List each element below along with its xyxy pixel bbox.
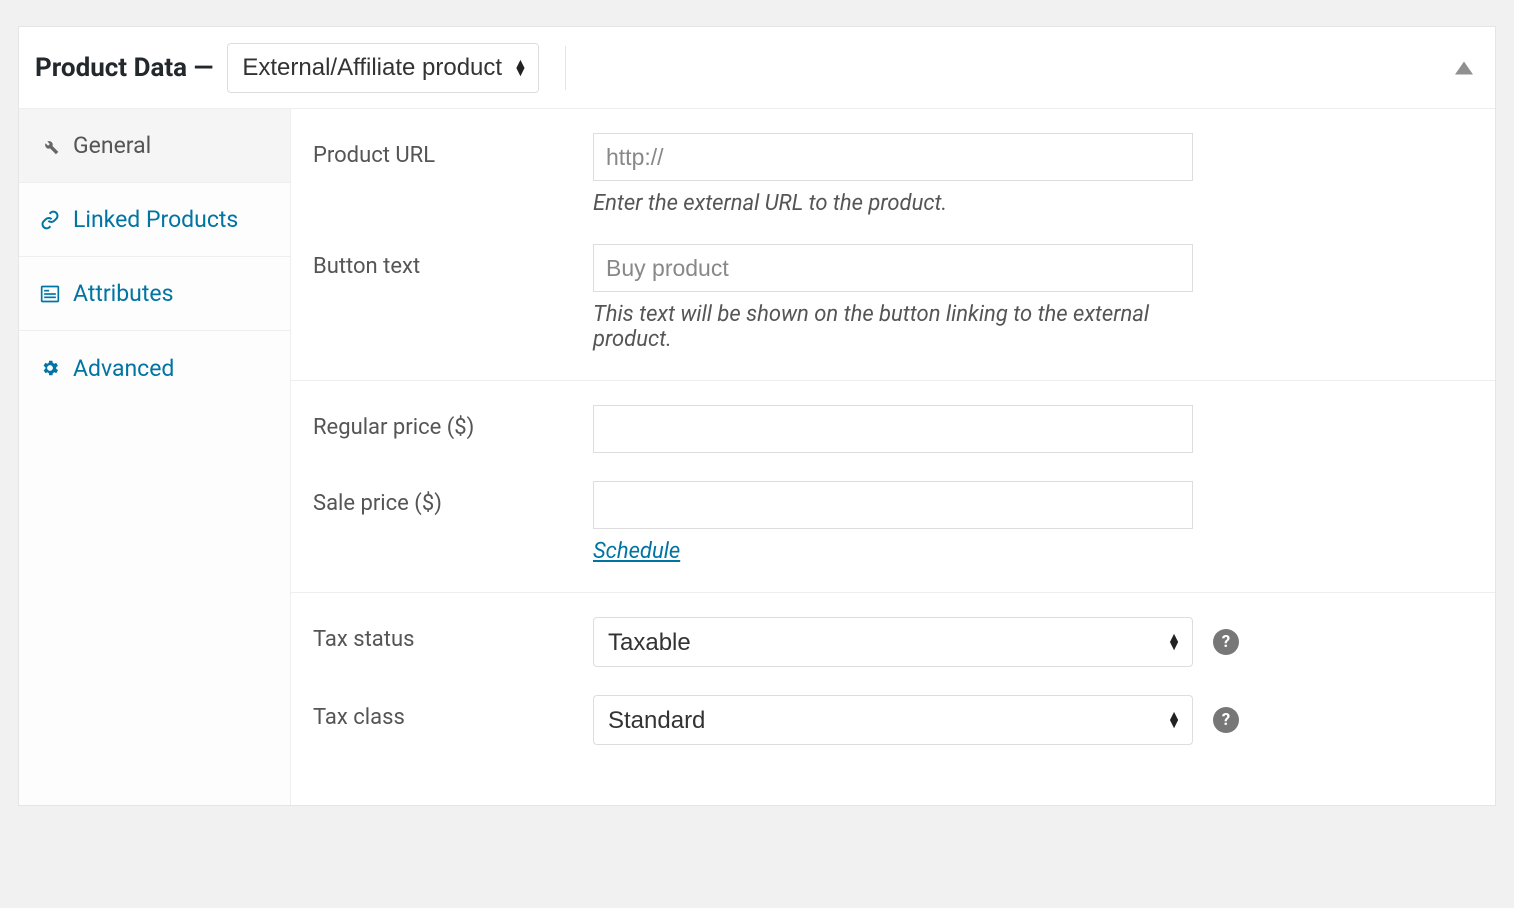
tab-advanced[interactable]: Advanced bbox=[19, 331, 290, 405]
collapse-toggle-icon[interactable] bbox=[1455, 61, 1473, 74]
group-tax: Tax status Taxable ▲▼ ? Tax class bbox=[291, 592, 1495, 773]
field-sale-price-row: Sale price ($) Schedule bbox=[313, 481, 1473, 564]
button-text-label: Button text bbox=[313, 244, 593, 279]
product-type-select[interactable]: External/Affiliate product bbox=[227, 43, 539, 93]
regular-price-label: Regular price ($) bbox=[313, 405, 593, 440]
group-external: Product URL Enter the external URL to th… bbox=[291, 109, 1495, 380]
wrench-icon bbox=[39, 136, 61, 156]
product-url-hint: Enter the external URL to the product. bbox=[593, 191, 1193, 216]
link-icon bbox=[39, 210, 61, 230]
header-separator bbox=[565, 46, 566, 90]
button-text-input[interactable] bbox=[593, 244, 1193, 292]
sale-price-input[interactable] bbox=[593, 481, 1193, 529]
tab-attributes-label: Attributes bbox=[73, 280, 173, 307]
gear-icon bbox=[39, 358, 61, 378]
help-icon[interactable]: ? bbox=[1213, 707, 1239, 733]
field-product-url-row: Product URL Enter the external URL to th… bbox=[313, 133, 1473, 216]
tab-general-label: General bbox=[73, 132, 151, 159]
tax-class-select[interactable]: Standard bbox=[593, 695, 1193, 745]
tax-status-label: Tax status bbox=[313, 617, 593, 652]
tab-linked-label: Linked Products bbox=[73, 206, 238, 233]
tab-advanced-label: Advanced bbox=[73, 355, 174, 382]
tax-class-label: Tax class bbox=[313, 695, 593, 730]
tabs-sidebar: General Linked Products Attributes Advan… bbox=[19, 109, 291, 805]
panel-body: General Linked Products Attributes Advan… bbox=[19, 109, 1495, 805]
product-url-input[interactable] bbox=[593, 133, 1193, 181]
regular-price-input[interactable] bbox=[593, 405, 1193, 453]
product-url-label: Product URL bbox=[313, 133, 593, 168]
button-text-hint: This text will be shown on the button li… bbox=[593, 302, 1193, 352]
panel-title: Product Data — bbox=[35, 53, 213, 83]
tab-attributes[interactable]: Attributes bbox=[19, 257, 290, 331]
field-button-text-row: Button text This text will be shown on t… bbox=[313, 244, 1473, 352]
product-data-panel: Product Data — External/Affiliate produc… bbox=[18, 26, 1496, 806]
tab-general[interactable]: General bbox=[19, 109, 290, 183]
field-tax-class-row: Tax class Standard ▲▼ ? bbox=[313, 695, 1473, 745]
help-icon[interactable]: ? bbox=[1213, 629, 1239, 655]
group-pricing: Regular price ($) Sale price ($) Schedul… bbox=[291, 380, 1495, 592]
sale-price-label: Sale price ($) bbox=[313, 481, 593, 516]
tax-status-select[interactable]: Taxable bbox=[593, 617, 1193, 667]
list-icon bbox=[39, 284, 61, 304]
schedule-link[interactable]: Schedule bbox=[593, 539, 680, 564]
field-tax-status-row: Tax status Taxable ▲▼ ? bbox=[313, 617, 1473, 667]
content-area: Product URL Enter the external URL to th… bbox=[291, 109, 1495, 805]
field-regular-price-row: Regular price ($) bbox=[313, 405, 1473, 453]
panel-header: Product Data — External/Affiliate produc… bbox=[19, 27, 1495, 109]
tab-linked-products[interactable]: Linked Products bbox=[19, 183, 290, 257]
